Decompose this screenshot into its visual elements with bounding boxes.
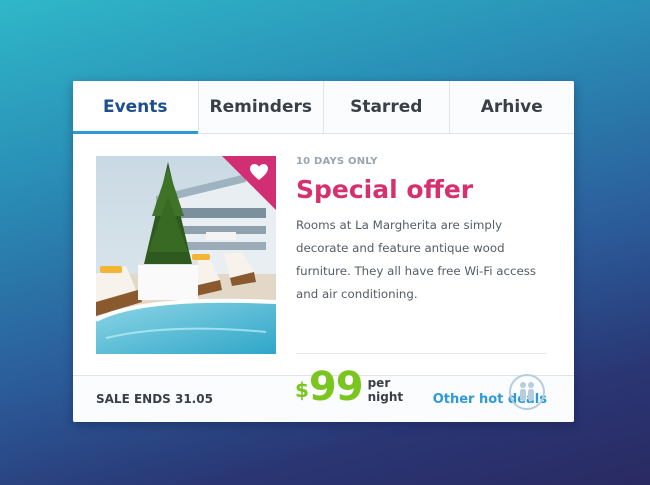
price-unit: per night	[368, 376, 404, 404]
hotel-pool-image	[96, 156, 276, 354]
offer-title: Special offer	[296, 175, 474, 204]
tab-starred[interactable]: Starred	[324, 81, 450, 133]
tab-archive[interactable]: Arhive	[450, 81, 575, 133]
price-unit-line1: per	[367, 376, 391, 390]
offer-card: Events Reminders Starred Arhive 10 DAYS …	[73, 81, 574, 422]
divider	[296, 353, 546, 354]
guests-button[interactable]	[509, 374, 545, 410]
offer-description: Rooms at La Margherita are simply decora…	[296, 218, 537, 301]
sale-end-text: SALE ENDS 31.05	[96, 392, 213, 406]
offer-eyebrow: 10 DAYS ONLY	[296, 156, 378, 167]
offer-info: 10 DAYS ONLY Special offer Rooms at La M…	[296, 156, 546, 306]
price-amount: 99	[308, 364, 364, 410]
tab-bar: Events Reminders Starred Arhive	[73, 81, 574, 134]
tab-events[interactable]: Events	[73, 81, 199, 134]
heart-icon[interactable]	[249, 163, 269, 181]
tab-reminders[interactable]: Reminders	[199, 81, 324, 133]
price-block: $ 99 per night	[295, 366, 403, 408]
offer-content: 10 DAYS ONLY Special offer Rooms at La M…	[73, 134, 574, 410]
price-currency: $	[295, 378, 309, 402]
price-unit-line2: night	[367, 390, 404, 404]
two-people-icon	[520, 382, 534, 401]
